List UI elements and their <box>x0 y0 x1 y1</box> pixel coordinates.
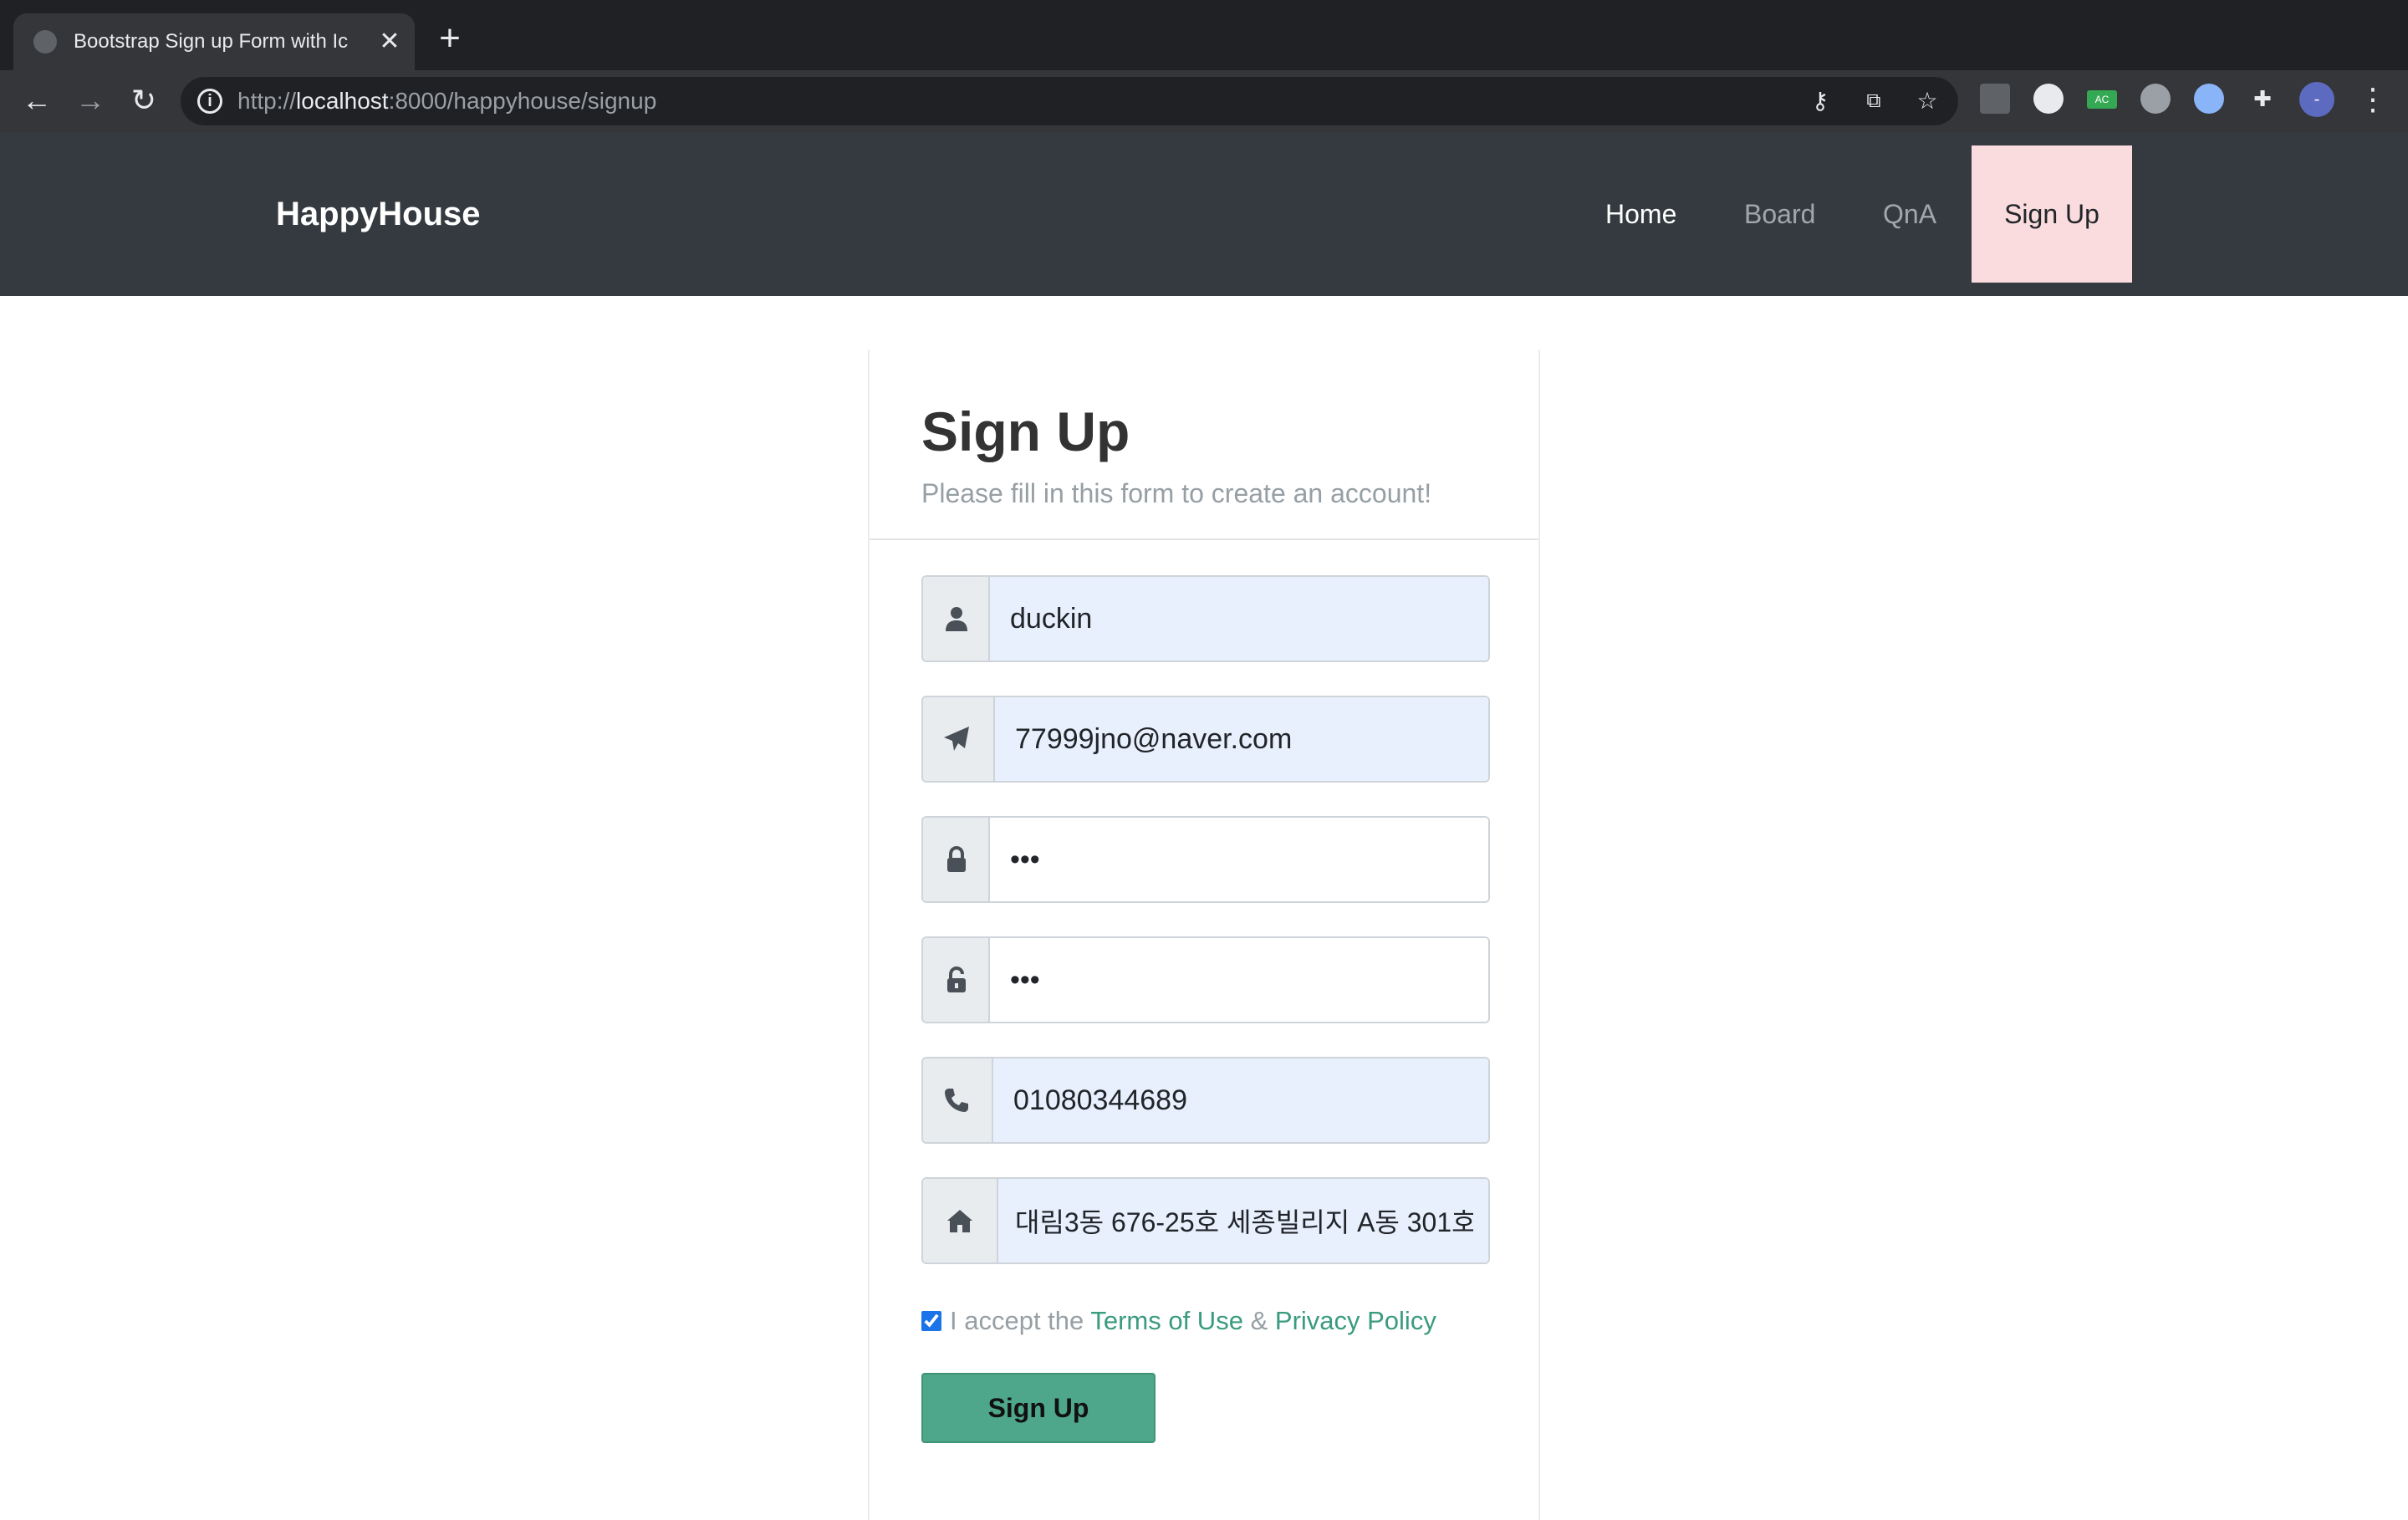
address-bar[interactable]: i http://localhost:8000/happyhouse/signu… <box>181 77 1958 125</box>
translate-icon[interactable]: ⧉ <box>1860 87 1888 115</box>
password-group <box>921 816 1490 903</box>
menu-icon[interactable]: ⋮ <box>2358 82 2388 117</box>
confirm-password-group <box>921 936 1490 1023</box>
email-group <box>921 696 1490 783</box>
paper-plane-icon <box>944 727 969 751</box>
form-title: Sign Up <box>921 400 1130 462</box>
terms-ampersand: & <box>1250 1306 1268 1335</box>
phone-group <box>921 1057 1490 1144</box>
phone-icon <box>945 1089 968 1112</box>
extension-shield-icon[interactable] <box>2140 84 2171 114</box>
nav-signup[interactable]: Sign Up <box>1972 145 2132 283</box>
signup-form-card: Sign Up Please fill in this form to crea… <box>868 349 1540 1520</box>
profile-avatar[interactable]: - <box>2299 82 2334 117</box>
nav-board[interactable]: Board <box>1744 194 1815 234</box>
nav-qna[interactable]: QnA <box>1883 194 1936 234</box>
username-input[interactable] <box>990 577 1488 661</box>
user-icon <box>946 607 967 631</box>
unlock-icon <box>947 967 966 992</box>
extension-ac-icon[interactable]: AC <box>2087 90 2117 109</box>
terms-prefix: I accept the <box>950 1306 1084 1335</box>
key-icon[interactable]: ⚷ <box>1806 87 1834 115</box>
user-icon-addon <box>923 577 990 661</box>
email-input[interactable] <box>995 697 1488 781</box>
lock-icon <box>947 846 966 872</box>
extensions-puzzle-icon[interactable]: ✚ <box>2247 84 2278 114</box>
url-text[interactable]: http://localhost:8000/happyhouse/signup <box>237 88 656 115</box>
username-group <box>921 575 1490 662</box>
site-navbar: HappyHouse Home Board QnA Sign Up <box>0 132 2408 296</box>
address-input[interactable] <box>998 1179 1488 1262</box>
terms-of-use-link[interactable]: Terms of Use <box>1090 1306 1243 1335</box>
star-icon[interactable]: ☆ <box>1913 87 1941 115</box>
browser-tabstrip: Bootstrap Sign up Form with Ic ✕ + <box>0 0 2408 70</box>
home-icon <box>947 1210 972 1232</box>
forward-icon[interactable]: → <box>72 82 109 119</box>
signup-submit-button[interactable]: Sign Up <box>921 1373 1156 1443</box>
info-icon[interactable]: i <box>197 89 222 114</box>
browser-tab[interactable]: Bootstrap Sign up Form with Ic ✕ <box>13 13 415 70</box>
unlock-icon-addon <box>923 938 990 1022</box>
back-icon[interactable]: ← <box>18 82 55 119</box>
url-path: :8000/happyhouse/signup <box>388 88 657 114</box>
phone-input[interactable] <box>993 1058 1488 1142</box>
terms-text: I accept the Terms of Use & Privacy Poli… <box>950 1304 1436 1338</box>
new-tab-button[interactable]: + <box>431 20 468 59</box>
close-tab-icon[interactable]: ✕ <box>375 27 405 57</box>
extension-2-icon[interactable] <box>2033 84 2064 114</box>
lock-icon-addon <box>923 818 990 901</box>
globe-icon <box>33 30 57 54</box>
divider <box>870 538 1538 540</box>
url-scheme: http:// <box>237 88 297 114</box>
reload-icon[interactable]: ↻ <box>125 82 162 119</box>
extension-1-icon[interactable] <box>1980 84 2010 114</box>
nav-home[interactable]: Home <box>1605 194 1676 234</box>
url-host: localhost <box>296 88 389 114</box>
brand-logo[interactable]: HappyHouse <box>276 194 481 234</box>
tab-title: Bootstrap Sign up Form with Ic <box>74 30 349 53</box>
form-hint: Please fill in this form to create an ac… <box>921 478 1432 508</box>
extension-circle-icon[interactable] <box>2194 84 2224 114</box>
home-icon-addon <box>923 1179 998 1262</box>
phone-icon-addon <box>923 1058 993 1142</box>
password-input[interactable] <box>990 818 1488 901</box>
address-group <box>921 1177 1490 1264</box>
privacy-policy-link[interactable]: Privacy Policy <box>1275 1306 1436 1335</box>
paper-plane-icon-addon <box>923 697 995 781</box>
confirm-password-input[interactable] <box>990 938 1488 1022</box>
terms-checkbox[interactable] <box>921 1311 941 1331</box>
